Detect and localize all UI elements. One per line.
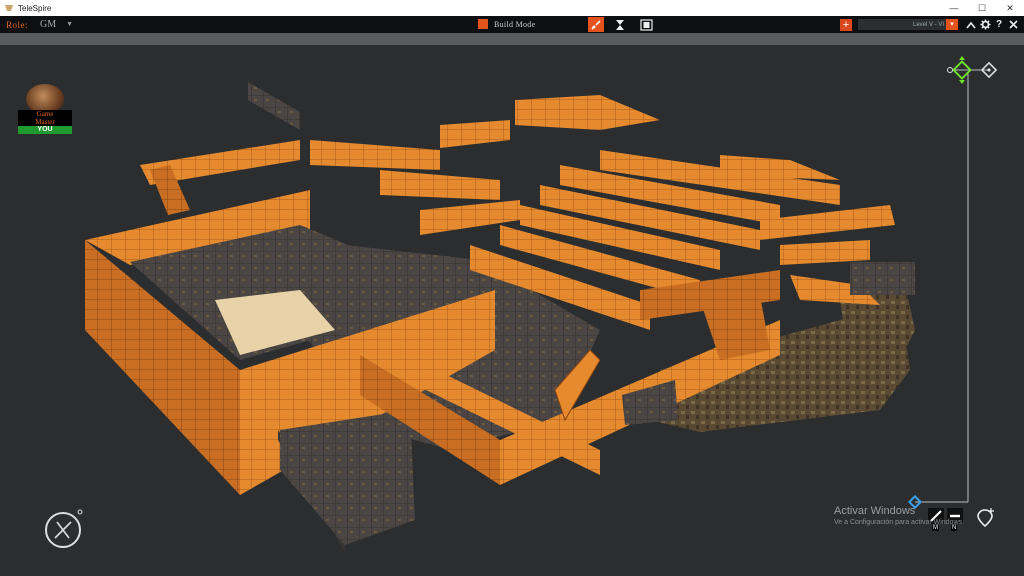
dungeon-viewport[interactable] — [0, 45, 1024, 576]
avatar-you-badge: YOU — [18, 126, 72, 134]
stone-tower-front — [280, 410, 415, 545]
right-stone-room — [850, 262, 915, 295]
close-button[interactable]: ✕ — [996, 0, 1024, 16]
role-label: Role: — [6, 19, 28, 30]
chevron-up-icon[interactable] — [964, 18, 978, 32]
gear-icon[interactable] — [978, 18, 992, 32]
back-stone-corridor — [248, 82, 300, 130]
build-mode-label: Build Mode — [494, 19, 536, 29]
plus-icon[interactable]: + — [840, 18, 852, 31]
app-icon — [5, 5, 13, 11]
level-dropdown-button[interactable]: ▾ — [946, 19, 958, 30]
brush-icon — [591, 19, 601, 30]
cinematic-tool-button[interactable] — [638, 17, 654, 32]
maximize-button[interactable]: ☐ — [968, 0, 996, 16]
level-select[interactable]: Level V - VI — [858, 19, 946, 30]
avatar-name-line1: Game — [36, 110, 54, 118]
add-pin-icon[interactable] — [977, 508, 994, 528]
right-toolbar: + Level V - VI ▾ ? — [840, 17, 1020, 32]
avatar-name-line2: Master — [35, 118, 55, 126]
axis-gizmo[interactable] — [907, 56, 998, 510]
compass-icon[interactable] — [45, 509, 83, 548]
title-bar: TeleSpire — ☐ ✕ — [0, 0, 1024, 16]
brush-tool-button[interactable] — [588, 17, 604, 32]
close-panel-icon[interactable] — [1006, 18, 1020, 32]
window-controls: — ☐ ✕ — [940, 0, 1024, 16]
hourglass-icon — [616, 19, 624, 30]
player-avatar[interactable]: Game Master YOU — [18, 84, 72, 134]
time-tool-button[interactable] — [612, 17, 628, 32]
activation-watermark-title: Activar Windows — [834, 505, 916, 517]
help-icon[interactable]: ? — [992, 18, 1006, 32]
pin-small-icon[interactable] — [947, 67, 953, 73]
minimize-button[interactable]: — — [940, 0, 968, 16]
main-toolbar: Role: GM ▼ Build Mode + Level V - VI ▾ ? — [0, 16, 1024, 33]
film-icon — [639, 18, 653, 31]
build-mode-toggle[interactable]: Build Mode — [478, 19, 535, 29]
build-mode-indicator — [478, 19, 488, 29]
dungeon-model — [85, 82, 915, 552]
window-title: TeleSpire — [18, 3, 52, 13]
toolbar-divider — [0, 33, 1024, 45]
avatar-name: Game Master — [18, 110, 72, 126]
role-select[interactable]: GM — [40, 19, 56, 30]
role-dropdown-caret[interactable]: ▼ — [66, 21, 73, 28]
activation-watermark-subtitle: Ve a Configuración para activar Windows. — [834, 519, 964, 526]
